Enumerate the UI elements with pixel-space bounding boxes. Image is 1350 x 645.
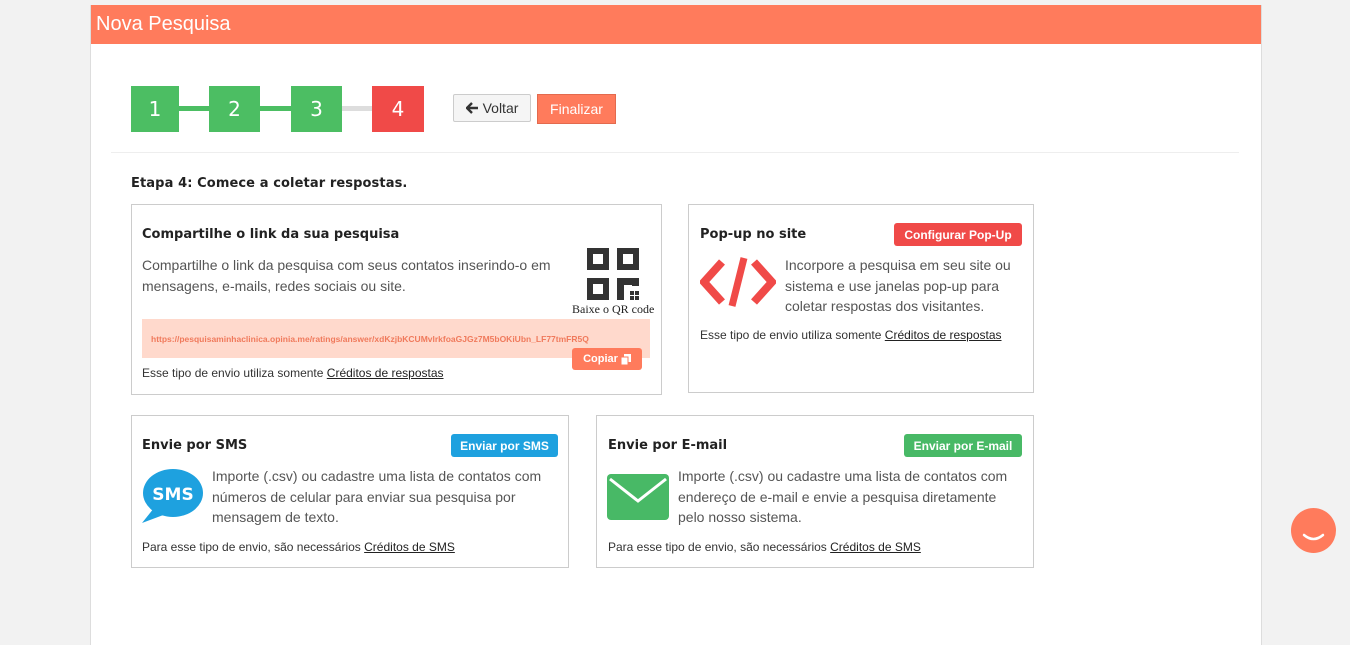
chat-launcher-button[interactable] xyxy=(1291,508,1336,553)
envelope-icon xyxy=(607,474,669,520)
email-title: Envie por E-mail xyxy=(608,438,728,453)
step-connector xyxy=(178,106,209,111)
send-email-button[interactable]: Enviar por E-mail xyxy=(904,434,1022,457)
step-1[interactable]: 1 xyxy=(131,86,179,132)
email-card: Envie por E-mail Enviar por E-mail Impor… xyxy=(596,415,1034,568)
share-link-card: Compartilhe o link da sua pesquisa Compa… xyxy=(131,204,662,395)
copy-button[interactable]: Copiar xyxy=(572,348,642,370)
sms-credits-link[interactable]: Créditos de SMS xyxy=(364,540,455,554)
step-connector xyxy=(260,106,292,111)
response-credits-link[interactable]: Créditos de respostas xyxy=(885,328,1002,342)
footer-text: Esse tipo de envio utiliza somente xyxy=(700,328,882,342)
email-description: Importe (.csv) ou cadastre uma lista de … xyxy=(678,468,1008,525)
copy-label: Copiar xyxy=(583,353,618,365)
step-2[interactable]: 2 xyxy=(209,86,260,132)
popup-footer: Esse tipo de envio utiliza somente Crédi… xyxy=(700,328,1002,342)
sms-icon-text: SMS xyxy=(152,485,193,505)
share-link-footer: Esse tipo de envio utiliza somente Crédi… xyxy=(142,366,444,380)
sms-title: Envie por SMS xyxy=(142,438,248,453)
survey-link-url[interactable]: https://pesquisaminhaclinica.opinia.me/r… xyxy=(151,334,589,344)
step-4[interactable]: 4 xyxy=(372,86,424,132)
new-survey-panel: Nova Pesquisa 1 2 3 4 Voltar Finalizar E… xyxy=(90,5,1262,645)
code-icon xyxy=(700,257,776,307)
copy-icon xyxy=(620,353,631,365)
share-link-description: Compartilhe o link da pesquisa com seus … xyxy=(142,257,551,294)
popup-card: Pop-up no site Configurar Pop-Up Incorpo… xyxy=(688,204,1034,393)
sms-bubble-icon: SMS xyxy=(142,469,203,523)
qr-code-icon[interactable] xyxy=(586,247,642,303)
configure-popup-button[interactable]: Configurar Pop-Up xyxy=(894,223,1022,246)
share-link-title: Compartilhe o link da sua pesquisa xyxy=(142,227,400,242)
back-button[interactable]: Voltar xyxy=(453,94,531,122)
send-sms-button[interactable]: Enviar por SMS xyxy=(451,434,558,457)
sms-footer: Para esse tipo de envio, são necessários… xyxy=(142,540,455,554)
footer-text: Para esse tipo de envio, são necessários xyxy=(142,540,361,554)
finish-button[interactable]: Finalizar xyxy=(537,94,616,124)
step-title: Etapa 4: Comece a coletar respostas. xyxy=(131,176,408,191)
sms-credits-link[interactable]: Créditos de SMS xyxy=(830,540,921,554)
back-label: Voltar xyxy=(482,100,519,116)
divider xyxy=(111,152,1239,153)
footer-text: Esse tipo de envio utiliza somente xyxy=(142,366,324,380)
page-title: Nova Pesquisa xyxy=(91,5,1261,44)
response-credits-link[interactable]: Créditos de respostas xyxy=(327,366,444,380)
chat-icon xyxy=(1302,533,1325,541)
step-connector xyxy=(342,106,372,111)
sms-description: Importe (.csv) ou cadastre uma lista de … xyxy=(212,468,542,525)
footer-text: Para esse tipo de envio, são necessários xyxy=(608,540,827,554)
step-3[interactable]: 3 xyxy=(291,86,342,132)
arrow-left-icon xyxy=(465,102,478,114)
sms-card: Envie por SMS Enviar por SMS SMS Importe… xyxy=(131,415,569,568)
popup-description: Incorpore a pesquisa em seu site ou sist… xyxy=(785,257,1011,314)
popup-title: Pop-up no site xyxy=(700,227,807,242)
email-footer: Para esse tipo de envio, são necessários… xyxy=(608,540,921,554)
qr-caption[interactable]: Baixe o QR code xyxy=(572,302,654,317)
